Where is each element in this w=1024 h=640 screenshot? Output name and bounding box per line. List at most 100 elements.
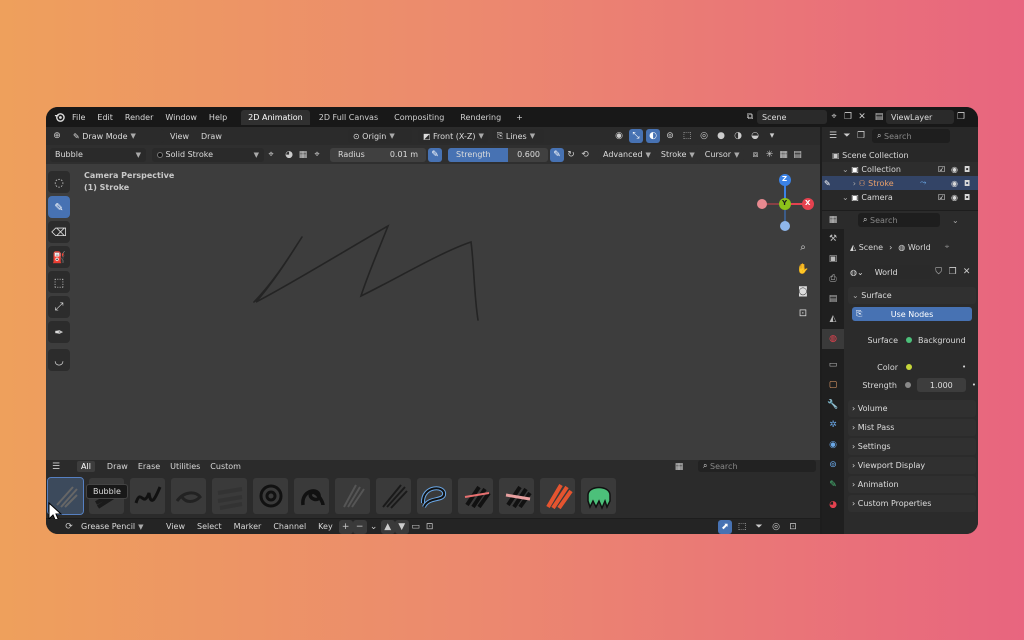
- proportional-icon[interactable]: ◎: [769, 520, 783, 534]
- brush-dropdown[interactable]: Bubble ▼: [50, 147, 146, 162]
- reset-icon[interactable]: ↻: [564, 148, 578, 162]
- settings-panel-header[interactable]: › Settings: [848, 438, 976, 455]
- dope-menu-key[interactable]: Key: [312, 522, 339, 531]
- fake-user-icon[interactable]: ⛉: [932, 265, 946, 279]
- world-strength-field[interactable]: 1.000: [916, 378, 966, 392]
- material-dropdown[interactable]: Solid Stroke ▼: [152, 147, 264, 162]
- outliner-item-stroke[interactable]: ✎ › ⚇ Stroke ⤳ ◉ ◘: [822, 176, 978, 190]
- menu-help[interactable]: Help: [203, 113, 233, 122]
- solid-shading-icon[interactable]: ●: [714, 129, 728, 143]
- camera-icon[interactable]: ◘: [964, 165, 970, 174]
- dope-menu-view[interactable]: View: [160, 522, 191, 531]
- draw-tool-icon[interactable]: ✎: [48, 196, 70, 218]
- sphere-icon[interactable]: ◕: [282, 148, 296, 162]
- pin-icon[interactable]: ⌖: [827, 110, 841, 124]
- menu-edit[interactable]: Edit: [91, 113, 119, 122]
- move-up-icon[interactable]: ▲: [380, 519, 395, 534]
- cursor-dropdown[interactable]: Cursor ▼: [699, 147, 745, 162]
- filter-icon[interactable]: ⏷: [752, 520, 766, 534]
- material-shading-icon[interactable]: ◑: [731, 129, 745, 143]
- tool-tab-icon[interactable]: ⚒: [822, 229, 844, 249]
- brush-settings-icon[interactable]: ▦: [296, 148, 310, 162]
- dope-menu-marker[interactable]: Marker: [228, 522, 268, 531]
- shelf-tab-utilities[interactable]: Utilities: [170, 462, 200, 471]
- color-swatch[interactable]: •: [962, 363, 966, 371]
- checkbox-icon[interactable]: ☑: [938, 165, 945, 174]
- material-pin-icon[interactable]: ⌖: [264, 148, 278, 162]
- mirror-icon[interactable]: ⧈: [748, 148, 762, 162]
- tab-compositing[interactable]: Compositing: [387, 110, 451, 125]
- dopesheet-editor-icon[interactable]: ⟳: [62, 520, 76, 534]
- brush-thumb-pencil-soft[interactable]: [335, 478, 370, 514]
- keyframe-dot-icon[interactable]: •: [972, 381, 976, 389]
- add-workspace-button[interactable]: +: [510, 113, 529, 122]
- lock-layer-icon[interactable]: ⊡: [423, 520, 437, 534]
- brush-thumb-marker[interactable]: [171, 478, 206, 514]
- rendered-shading-icon[interactable]: ◒: [748, 129, 762, 143]
- eye-icon[interactable]: ◉: [951, 165, 958, 174]
- eye-icon[interactable]: ◉: [951, 193, 958, 202]
- box-tool-icon[interactable]: ⬚: [48, 271, 70, 293]
- properties-search-input[interactable]: ⌕ Search: [858, 213, 940, 227]
- add-layer-icon[interactable]: +: [338, 519, 353, 534]
- brush-thumb-ink[interactable]: [130, 478, 165, 514]
- menu-view[interactable]: View: [164, 132, 195, 141]
- camera-view-icon[interactable]: ◙: [794, 282, 812, 300]
- select-tool-icon[interactable]: ◌: [48, 171, 70, 193]
- outliner-filter-icon[interactable]: ⏷: [840, 129, 854, 143]
- data-tab-icon[interactable]: ✎: [822, 475, 844, 495]
- menu-window[interactable]: Window: [159, 113, 203, 122]
- color-socket-icon[interactable]: [906, 364, 912, 370]
- brush-thumb-fill[interactable]: [581, 478, 616, 514]
- surface-panel-header[interactable]: ⌄ Surface: [848, 287, 976, 304]
- hamburger-icon[interactable]: ☰: [49, 460, 63, 474]
- scene-tab-icon[interactable]: ◭: [822, 309, 844, 329]
- layer-dropdown-icon[interactable]: ⌄: [367, 520, 381, 534]
- tab-rendering[interactable]: Rendering: [453, 110, 508, 125]
- object-tab-icon[interactable]: ▢: [822, 375, 844, 395]
- output-tab-icon[interactable]: ⎙: [822, 269, 844, 289]
- outliner-item-camera[interactable]: ⌄ ▣ Camera ☑ ◉ ◘: [822, 190, 978, 204]
- lines-dropdown[interactable]: ⎘ Lines ▼: [491, 129, 544, 143]
- grease-pencil-dropdown[interactable]: Grease Pencil ▼: [76, 519, 160, 534]
- view-layer-tab-icon[interactable]: ▤: [822, 289, 844, 309]
- pan-hand-icon[interactable]: ✋: [794, 260, 812, 278]
- lock-icon[interactable]: ⊡: [794, 304, 812, 322]
- tab-2d-full-canvas[interactable]: 2D Full Canvas: [312, 110, 385, 125]
- overlay-dropdown-icon[interactable]: ⊚: [663, 129, 677, 143]
- dope-menu-select[interactable]: Select: [191, 522, 228, 531]
- menu-file[interactable]: File: [66, 113, 91, 122]
- strength-field[interactable]: Strength 0.600: [448, 147, 548, 162]
- dope-menu-channel[interactable]: Channel: [267, 522, 312, 531]
- pin-icon[interactable]: ⌖: [945, 242, 950, 252]
- erase-tool-icon[interactable]: ⌫: [48, 221, 70, 243]
- editor-type-icon[interactable]: ⊕: [50, 129, 64, 143]
- outliner-search-input[interactable]: ⌕ Search: [872, 129, 950, 143]
- mist-pass-panel-header[interactable]: › Mist Pass: [848, 419, 976, 436]
- scene-selector[interactable]: Scene: [757, 110, 827, 124]
- zoom-icon[interactable]: ⌕: [794, 238, 812, 256]
- duplicate-icon[interactable]: ❐: [946, 265, 960, 279]
- checkbox-icon[interactable]: ☑: [938, 193, 945, 202]
- advanced-dropdown[interactable]: Advanced ▼: [598, 147, 656, 162]
- delete-scene-icon[interactable]: ✕: [855, 110, 869, 124]
- stroke-dropdown[interactable]: Stroke ▼: [655, 147, 700, 162]
- front-dropdown[interactable]: ◩ Front (X-Z) ▼: [417, 129, 488, 143]
- brush-thumb-eraser-soft[interactable]: [499, 478, 534, 514]
- camera-icon[interactable]: ◘: [964, 179, 970, 188]
- xray-icon[interactable]: ⬚: [680, 129, 694, 143]
- brush-pin-icon[interactable]: ⌖: [310, 148, 324, 162]
- wireframe-shading-icon[interactable]: ◎: [697, 129, 711, 143]
- layers-icon[interactable]: ▤: [790, 148, 804, 162]
- camera-icon[interactable]: ◘: [964, 193, 970, 202]
- world-icon[interactable]: ◍⌄: [850, 268, 864, 277]
- menu-render[interactable]: Render: [119, 113, 159, 122]
- chevron-down-icon[interactable]: ⌄: [952, 216, 959, 225]
- overlay-icon[interactable]: ◐: [646, 129, 660, 143]
- tint-tool-icon[interactable]: ⤢: [48, 296, 70, 318]
- outliner-scene-collection[interactable]: ▣ Scene Collection: [832, 148, 909, 162]
- new-scene-icon[interactable]: ❐: [841, 110, 855, 124]
- outliner-item-collection[interactable]: ⌄ ▣ Collection ☑ ◉ ◘: [822, 162, 978, 176]
- brush-thumb-outline[interactable]: [417, 478, 452, 514]
- tab-2d-animation[interactable]: 2D Animation: [241, 109, 310, 125]
